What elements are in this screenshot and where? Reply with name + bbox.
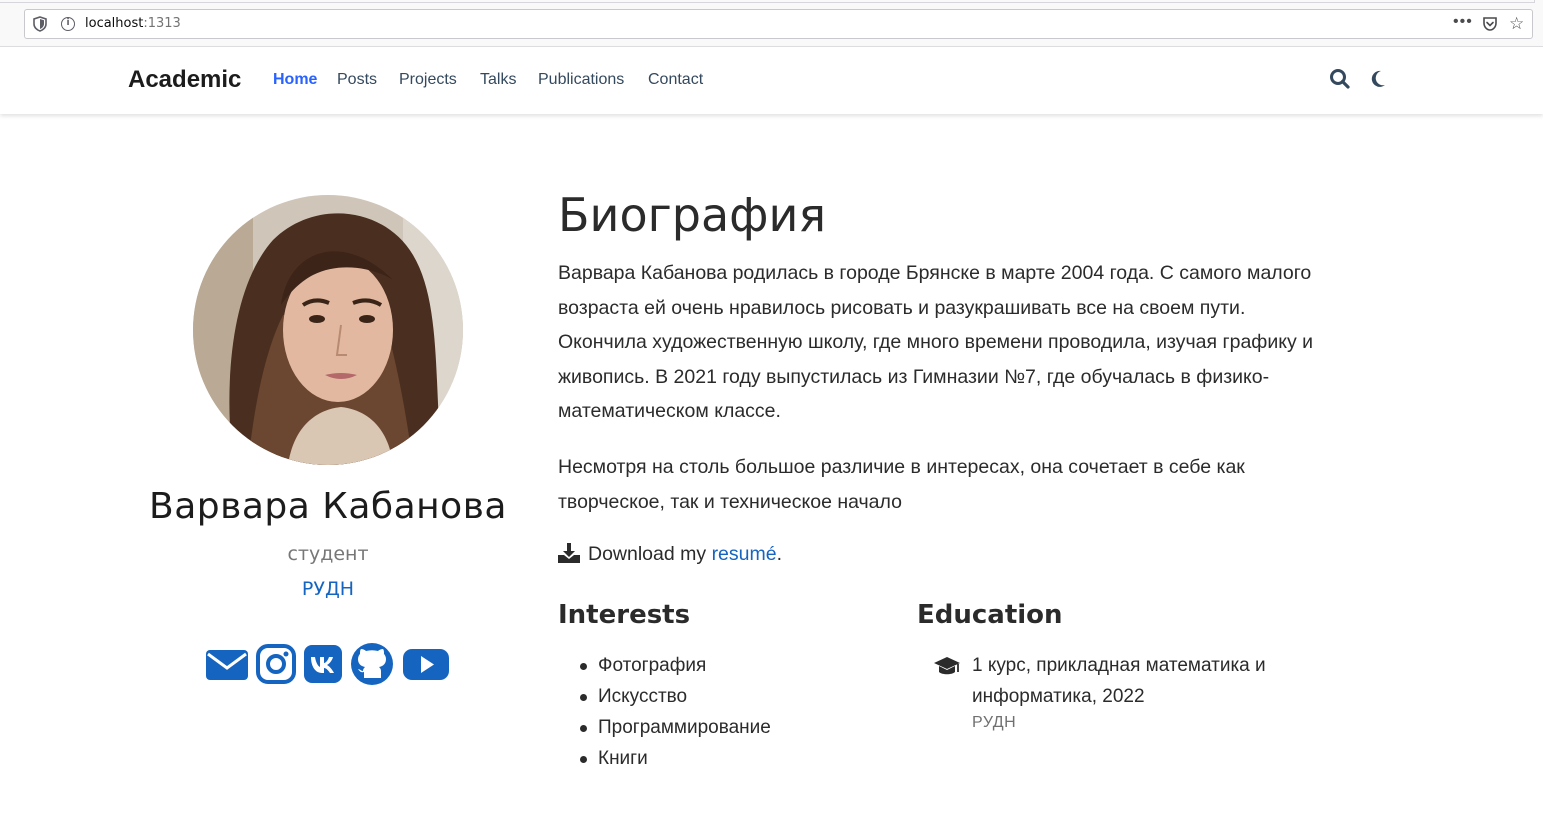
download-prefix: Download my [588, 543, 707, 565]
interest-item: Искусство [580, 681, 771, 712]
bio-line: живопись. В 2021 году выпустилась из Гим… [558, 365, 1270, 388]
nav-posts[interactable]: Posts [337, 71, 377, 89]
profile-name: Варвара Кабанова [149, 486, 507, 527]
pocket-icon[interactable] [1482, 16, 1498, 32]
vk-icon[interactable] [304, 642, 342, 686]
bio-line: математическом классе. [558, 400, 781, 423]
education-course: 1 курс, прикладная математика и информат… [972, 650, 1302, 712]
nav-talks[interactable]: Talks [480, 71, 516, 89]
download-suffix: . [776, 543, 783, 565]
github-icon[interactable] [350, 642, 394, 686]
profile-organization[interactable]: РУДН [128, 578, 528, 600]
nav-contact[interactable]: Contact [648, 71, 703, 89]
instagram-icon[interactable] [256, 642, 296, 686]
nav-home[interactable]: Home [273, 71, 317, 89]
url-host: localhost [85, 16, 144, 31]
address-bar[interactable]: i localhost:1313 ••• ☆ [24, 9, 1533, 39]
download-icon [558, 543, 580, 563]
education-title: Education [917, 600, 1063, 630]
search-icon[interactable] [1329, 68, 1351, 90]
bio-line: Варвара Кабанова родилась в городе Брянс… [558, 262, 1312, 284]
interests-list: Фотография Искусство Программирование Кн… [580, 650, 771, 774]
nav-publications[interactable]: Publications [538, 71, 624, 89]
shield-icon[interactable] [33, 16, 47, 32]
bio-line: Несмотря на столь большое различие в инт… [558, 456, 1245, 478]
download-resume: Download my resumé. [558, 543, 782, 566]
bio-line: творческое, так и техническое начало [558, 490, 902, 513]
moon-icon[interactable] [1368, 68, 1390, 90]
interest-item: Программирование [580, 712, 771, 743]
url-port: :1313 [143, 16, 181, 31]
course-line: 1 курс, прикладная математика и [972, 655, 1266, 676]
envelope-icon[interactable] [205, 642, 249, 686]
profile-role: студент [287, 543, 369, 565]
url-text[interactable]: localhost:1313 [85, 16, 181, 31]
avatar-photo [193, 195, 463, 465]
biography-paragraph-2: Несмотря на столь большое различие в инт… [558, 450, 1398, 519]
site-info-icon[interactable]: i [61, 17, 75, 31]
course-line: информатика, 2022 [972, 686, 1145, 707]
avatar [193, 195, 463, 465]
youtube-icon[interactable] [402, 642, 450, 686]
site-navbar: Academic Home Posts Projects Talks Publi… [0, 47, 1543, 114]
interest-item: Фотография [580, 650, 771, 681]
bio-line: Окончила художественную школу, где много… [558, 331, 1314, 354]
bio-line: возраста ей очень нравилось рисовать и р… [558, 296, 1246, 319]
education-institution: РУДН [972, 714, 1017, 731]
tab-strip-edge [0, 0, 1535, 3]
nav-projects[interactable]: Projects [399, 71, 457, 89]
interest-item: Книги [580, 743, 771, 774]
browser-toolbar: i localhost:1313 ••• ☆ [0, 0, 1543, 47]
resume-link[interactable]: resumé [712, 543, 777, 565]
bookmark-star-icon[interactable]: ☆ [1509, 14, 1524, 34]
interests-title: Interests [558, 600, 691, 630]
biography-paragraph-1: Варвара Кабанова родилась в городе Брянс… [558, 256, 1398, 429]
site-brand[interactable]: Academic [128, 66, 241, 94]
graduation-cap-icon [934, 657, 960, 675]
page-actions-icon[interactable]: ••• [1453, 13, 1473, 31]
biography-title: Биография [558, 188, 827, 242]
